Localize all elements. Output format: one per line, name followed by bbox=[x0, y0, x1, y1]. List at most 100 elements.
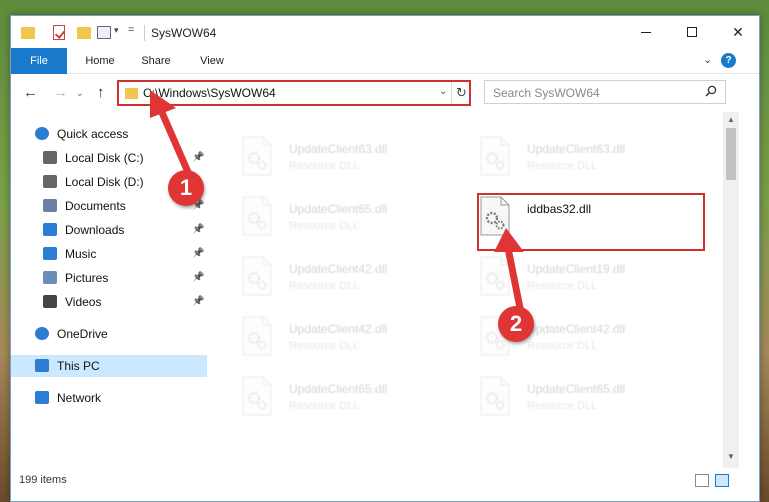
network-icon bbox=[35, 391, 49, 404]
file-name: UpdateClient65.dll bbox=[289, 382, 388, 396]
file-item[interactable]: UpdateClient65.dll Resource DLL bbox=[241, 194, 471, 246]
file-name: UpdateClient65.dll bbox=[527, 382, 626, 396]
sidebar-item-label: OneDrive bbox=[57, 327, 108, 341]
title-bar: ▾ = SysWOW64 ✕ bbox=[11, 16, 759, 48]
sidebar-item-local-disk-c[interactable]: Local Disk (C:) 📌 bbox=[11, 147, 207, 169]
close-button[interactable]: ✕ bbox=[715, 16, 761, 48]
file-name: UpdateClient65.dll bbox=[289, 202, 388, 216]
file-item[interactable]: UpdateClient42.dll Resource DLL bbox=[241, 314, 471, 366]
chevron-down-icon[interactable]: ⌄ bbox=[439, 86, 447, 97]
recent-locations-icon[interactable]: ⌄ bbox=[76, 88, 84, 99]
dll-file-icon bbox=[242, 196, 272, 236]
computer-icon bbox=[35, 359, 49, 372]
folder-icon bbox=[21, 27, 35, 39]
properties-check-icon[interactable] bbox=[53, 25, 65, 40]
sidebar-item-this-pc[interactable]: This PC bbox=[11, 355, 207, 377]
videos-icon bbox=[43, 295, 57, 308]
music-icon bbox=[43, 247, 57, 260]
back-button[interactable]: ← bbox=[23, 84, 38, 101]
file-item[interactable]: UpdateClient42.dll Resource DLL bbox=[241, 254, 471, 306]
item-count: 199 items bbox=[19, 474, 67, 486]
file-type: Resource DLL bbox=[289, 220, 360, 232]
file-name: UpdateClient63.dll bbox=[527, 142, 626, 156]
pin-icon[interactable]: 📌 bbox=[192, 224, 204, 235]
search-placeholder: Search SysWOW64 bbox=[493, 86, 600, 100]
sidebar-item-network[interactable]: Network bbox=[11, 387, 207, 409]
sidebar-item-label: Pictures bbox=[65, 271, 109, 285]
file-type: Resource DLL bbox=[289, 400, 360, 412]
sidebar-item-music[interactable]: Music 📌 bbox=[11, 243, 207, 265]
file-type: Resource DLL bbox=[289, 340, 360, 352]
file-item[interactable]: UpdateClient19.dll Resource DLL bbox=[479, 254, 709, 306]
star-icon bbox=[35, 127, 49, 140]
vertical-scrollbar[interactable]: ▲ ▼ bbox=[723, 112, 739, 468]
dll-file-icon bbox=[242, 136, 272, 176]
pin-icon[interactable]: 📌 bbox=[192, 152, 204, 163]
dll-file-icon bbox=[480, 376, 510, 416]
tab-share[interactable]: Share bbox=[133, 48, 179, 74]
sidebar-item-downloads[interactable]: Downloads 📌 bbox=[11, 219, 207, 241]
sidebar-item-label: Local Disk (C:) bbox=[65, 151, 144, 165]
tab-file[interactable]: File bbox=[11, 48, 67, 74]
pictures-icon bbox=[43, 271, 57, 284]
sidebar-item-label: Music bbox=[65, 247, 97, 261]
download-icon bbox=[43, 223, 57, 236]
sidebar-item-label: Network bbox=[57, 391, 102, 405]
file-name: UpdateClient42.dll bbox=[527, 322, 626, 336]
sidebar-item-label: Videos bbox=[65, 295, 102, 309]
file-list: UpdateClient63.dll Resource DLL UpdateClie… bbox=[211, 112, 721, 468]
navigation-pane: Quick access Local Disk (C:) 📌 Local Disk (… bbox=[11, 112, 207, 468]
maximize-icon bbox=[687, 27, 697, 37]
title-divider bbox=[144, 25, 145, 41]
file-name: UpdateClient42.dll bbox=[289, 262, 388, 276]
pin-icon[interactable]: 📌 bbox=[192, 272, 204, 283]
minimize-icon bbox=[641, 31, 651, 33]
tab-home[interactable]: Home bbox=[77, 48, 123, 74]
customize-quick-access-icon[interactable]: = bbox=[128, 24, 134, 36]
pin-icon[interactable]: 📌 bbox=[192, 248, 204, 259]
chevron-down-icon[interactable]: ▾ bbox=[114, 25, 119, 36]
file-name: UpdateClient63.dll bbox=[289, 142, 388, 156]
expand-ribbon-icon[interactable]: ⌄ bbox=[703, 53, 712, 66]
file-item[interactable]: UpdateClient65.dll Resource DLL bbox=[241, 374, 471, 426]
file-item[interactable]: UpdateClient65.dll Resource DLL bbox=[479, 374, 709, 426]
help-icon[interactable]: ? bbox=[721, 53, 736, 68]
file-item[interactable]: iddbas32.dll bbox=[479, 194, 709, 246]
dll-file-icon bbox=[480, 136, 510, 176]
sidebar-item-onedrive[interactable]: OneDrive bbox=[11, 323, 207, 345]
annotation-marker-1: 1 bbox=[168, 170, 204, 206]
tab-view[interactable]: View bbox=[189, 48, 235, 74]
maximize-button[interactable] bbox=[669, 16, 715, 48]
sidebar-item-label: This PC bbox=[57, 359, 100, 373]
window-title: SysWOW64 bbox=[151, 26, 217, 40]
search-icon[interactable] bbox=[705, 85, 717, 97]
file-name: UpdateClient19.dll bbox=[527, 262, 626, 276]
scroll-up-icon[interactable]: ▲ bbox=[727, 115, 735, 124]
pin-icon[interactable]: 📌 bbox=[192, 296, 204, 307]
file-name: UpdateClient42.dll bbox=[289, 322, 388, 336]
properties-icon[interactable] bbox=[97, 26, 111, 39]
minimize-button[interactable] bbox=[623, 16, 669, 48]
close-icon: ✕ bbox=[732, 23, 744, 40]
sidebar-item-label: Local Disk (D:) bbox=[65, 175, 144, 189]
sidebar-item-label: Downloads bbox=[65, 223, 125, 237]
forward-button[interactable]: → bbox=[53, 84, 68, 101]
search-input[interactable]: Search SysWOW64 bbox=[484, 80, 726, 104]
dll-file-icon bbox=[242, 256, 272, 296]
sidebar-item-videos[interactable]: Videos 📌 bbox=[11, 291, 207, 313]
file-item[interactable]: UpdateClient63.dll Resource DLL bbox=[241, 134, 471, 186]
large-icons-view-icon[interactable] bbox=[715, 474, 729, 487]
refresh-button[interactable]: ↻ bbox=[451, 82, 471, 104]
up-button[interactable]: ↑ bbox=[97, 84, 105, 101]
file-item[interactable]: UpdateClient63.dll Resource DLL bbox=[479, 134, 709, 186]
ribbon: File Home Share View ⌄ ? bbox=[11, 48, 759, 74]
address-path[interactable]: C:\Windows\SysWOW64 bbox=[143, 86, 276, 100]
scroll-down-icon[interactable]: ▼ bbox=[727, 452, 735, 461]
scroll-thumb[interactable] bbox=[726, 128, 736, 180]
details-view-icon[interactable] bbox=[695, 474, 709, 487]
address-bar[interactable]: C:\Windows\SysWOW64 ⌄ ↻ bbox=[117, 80, 471, 106]
sidebar-item-quick-access[interactable]: Quick access bbox=[11, 123, 207, 145]
folder-icon bbox=[125, 88, 138, 99]
new-folder-icon[interactable] bbox=[77, 27, 91, 39]
sidebar-item-pictures[interactable]: Pictures 📌 bbox=[11, 267, 207, 289]
